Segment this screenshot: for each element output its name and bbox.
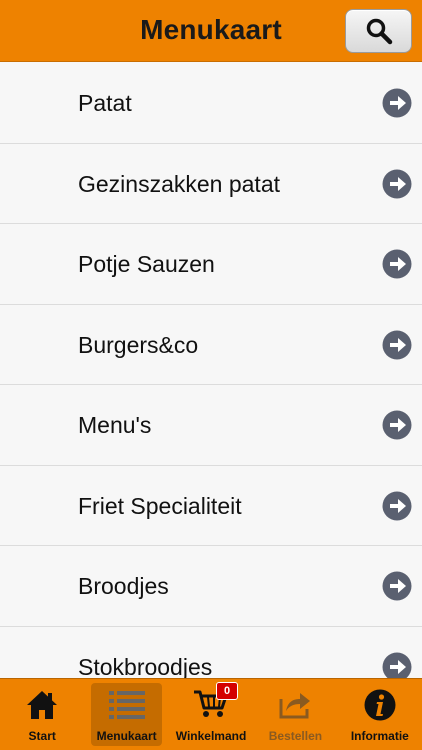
menu-list: Patat Gezinszakken patat Potje Sauzen Bu… — [0, 63, 422, 678]
tab-menukaart[interactable]: Menukaart — [84, 679, 168, 750]
arrow-right-icon — [382, 88, 412, 118]
tab-label: Informatie — [350, 729, 409, 743]
list-item[interactable]: Patat — [0, 63, 422, 144]
tab-start[interactable]: Start — [0, 679, 84, 750]
list-item[interactable]: Menu's — [0, 385, 422, 466]
arrow-right-icon — [382, 169, 412, 198]
list-item[interactable]: Burgers&co — [0, 304, 422, 385]
list-item-label: Friet Specialiteit — [78, 492, 242, 519]
tab-bar: Start Menukaart 0 Winkelmand Bestellen I… — [0, 678, 422, 750]
arrow-right-icon — [382, 491, 412, 520]
arrow-right-icon — [382, 571, 412, 601]
list-item-label: Potje Sauzen — [78, 251, 215, 277]
tab-label: Bestellen — [268, 729, 323, 743]
tab-winkelmand[interactable]: 0 Winkelmand — [169, 679, 253, 750]
arrow-right-icon — [382, 330, 412, 359]
list-item-label: Broodjes — [78, 573, 169, 599]
list-item-label: Menu's — [78, 412, 152, 438]
tab-informatie[interactable]: Informatie — [338, 679, 422, 750]
list-item[interactable]: Stokbroodjes — [0, 626, 422, 679]
list-item-label: Burgers&co — [78, 331, 199, 358]
list-item[interactable]: Friet Specialiteit — [0, 465, 422, 546]
cart-count-badge: 0 — [216, 682, 239, 700]
list-item[interactable]: Gezinszakken patat — [0, 143, 422, 224]
list-item[interactable]: Broodjes — [0, 546, 422, 627]
list-item-label: Gezinszakken patat — [78, 170, 281, 197]
arrow-right-icon — [382, 652, 412, 678]
list-item-label: Patat — [78, 90, 132, 116]
info-icon — [364, 689, 396, 721]
tab-bestellen[interactable]: Bestellen — [253, 679, 337, 750]
arrow-right-icon — [382, 410, 412, 440]
share-icon — [279, 693, 311, 719]
home-icon — [27, 691, 58, 719]
arrow-right-icon — [382, 249, 412, 279]
tab-label: Winkelmand — [175, 729, 247, 743]
list-item[interactable]: Potje Sauzen — [0, 224, 422, 305]
search-icon — [366, 18, 392, 45]
tab-label: Menukaart — [96, 729, 157, 743]
search-button[interactable] — [345, 9, 412, 53]
app-header: Menukaart — [0, 0, 422, 62]
list-icon — [108, 691, 145, 719]
list-item-label: Stokbroodjes — [78, 653, 213, 679]
tab-label: Start — [28, 729, 56, 743]
